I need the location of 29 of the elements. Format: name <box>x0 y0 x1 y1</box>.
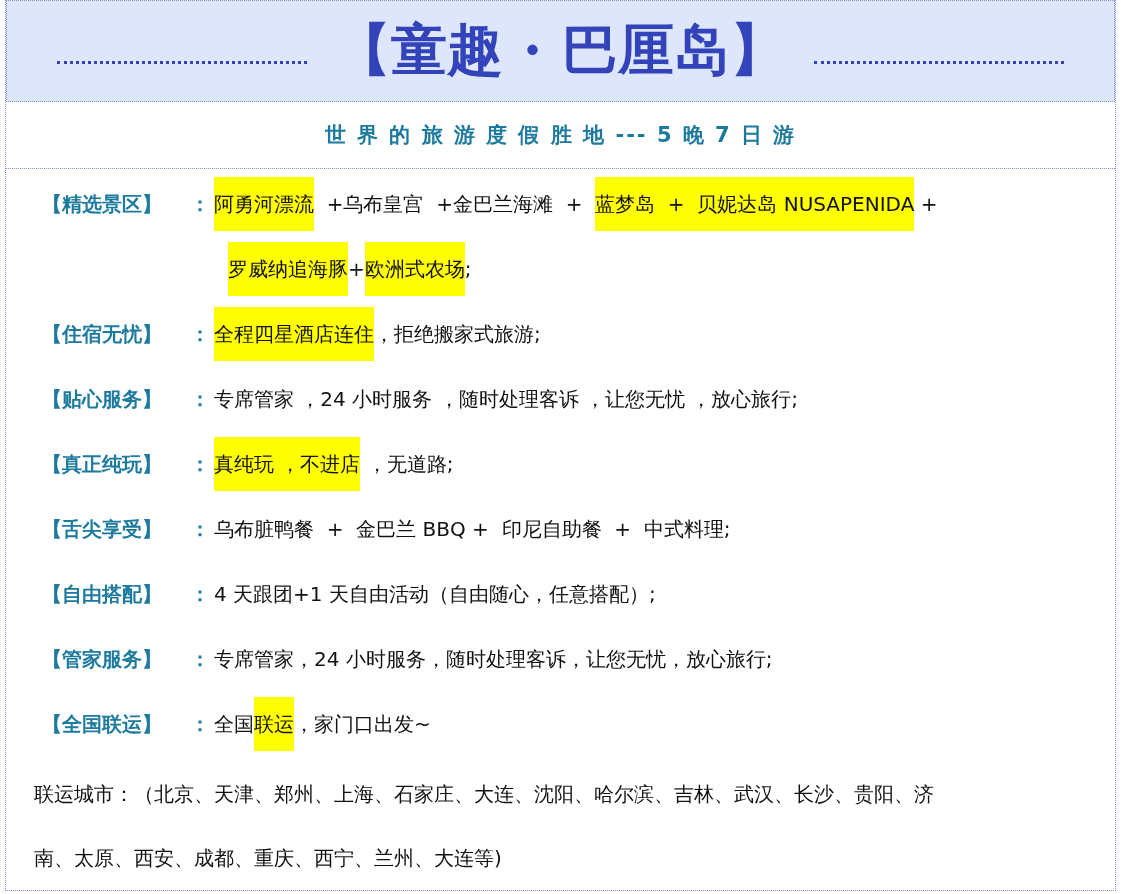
colon: ： <box>190 646 211 673</box>
description-text: 全程四星酒店连住，拒绝搬家式旅游; <box>214 307 541 361</box>
cities-text: 联运城市：（北京、天津、郑州、上海、石家庄、大连、沈阳、哈尔滨、吉林、武汉、长沙、贵阳、济 <box>34 781 935 808</box>
section-label: 【真正纯玩】 <box>42 451 163 478</box>
page-title: 【童趣 · 巴厘岛】 <box>335 15 786 84</box>
description-text: 罗威纳追海豚+欧洲式农场; <box>228 242 938 296</box>
section-label: 【贴心服务】 <box>42 386 163 413</box>
colon: ： <box>190 386 211 413</box>
colon: ： <box>190 516 211 543</box>
subtitle: 世 界 的 旅 游 度 假 胜 地 --- 5 晚 7 日 游 <box>6 102 1115 169</box>
colon: ： <box>190 581 211 608</box>
description-text: 4 天跟团+1 天自由活动（自由随心，任意搭配）; <box>214 581 656 608</box>
colon: ： <box>190 451 211 478</box>
cities-text: 南、太原、西安、成都、重庆、西宁、兰州、大连等) <box>34 845 503 872</box>
section-label: 【全国联运】 <box>42 711 163 738</box>
description-text: 全国联运，家门口出发~ <box>214 697 431 751</box>
colon: ： <box>190 191 211 218</box>
section-label: 【管家服务】 <box>42 646 163 673</box>
section-label: 【舌尖享受】 <box>42 516 163 543</box>
section-label: 【自由搭配】 <box>42 581 163 608</box>
description-text: 乌布脏鸭餐 + 金巴兰 BBQ + 印尼自助餐 + 中式料理; <box>214 516 731 543</box>
description-text: 专席管家，24 小时服务，随时处理客诉，让您无忧，放心旅行; <box>214 646 773 673</box>
description-text: 专席管家 ，24 小时服务 ，随时处理客诉 ，让您无忧 ，放心旅行; <box>214 386 798 413</box>
description-text: 阿勇河漂流 +乌布皇宫 +金巴兰海滩 + 蓝梦岛 + 贝妮达岛 NUSAPENIDA + <box>214 177 938 231</box>
section-label: 【精选景区】 <box>42 191 163 218</box>
description-text: 真纯玩 ，不进店 ，无道路; <box>214 437 454 491</box>
section-label: 【住宿无忧】 <box>42 321 163 348</box>
colon: ： <box>190 321 211 348</box>
colon: ： <box>190 711 211 738</box>
